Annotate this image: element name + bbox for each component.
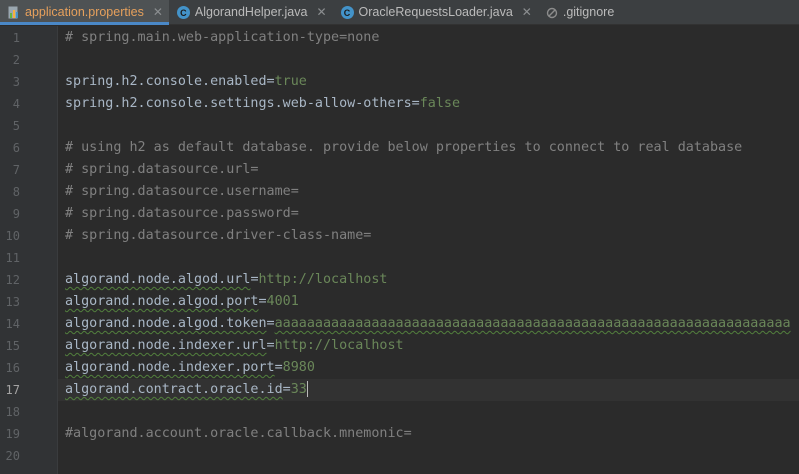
editor-tab-bar: application.properties ✕ C AlgorandHelpe… (0, 0, 799, 25)
line-number: 16 (5, 361, 20, 375)
line-number: 10 (5, 229, 20, 243)
equals-sign: = (266, 74, 275, 89)
line-number: 1 (12, 31, 20, 45)
code-line[interactable]: # spring.datasource.username= (65, 181, 299, 203)
property-key: algorand.contract.oracle.id (65, 382, 283, 397)
tab-label: AlgorandHelper.java (194, 5, 308, 19)
code-line[interactable]: # spring.datasource.url= (65, 159, 258, 181)
line-number: 13 (5, 295, 20, 309)
property-value: 33 (290, 382, 307, 397)
property-value: true (274, 74, 307, 89)
line-number: 3 (12, 75, 20, 89)
property-key: spring.h2.console.enabled (65, 74, 267, 89)
property-value: http://localhost (274, 338, 404, 353)
text-caret (306, 381, 308, 397)
code-line[interactable]: # using h2 as default database. provide … (65, 137, 742, 159)
property-value: http://localhost (258, 272, 388, 287)
line-number: 15 (5, 339, 20, 353)
java-class-icon: C (340, 6, 354, 19)
code-line[interactable]: #algorand.account.oracle.callback.mnemon… (65, 423, 412, 445)
line-number: 4 (12, 97, 20, 111)
code-editor[interactable]: 1 # spring.main.web-application-type=none… (0, 26, 799, 474)
line-number: 6 (12, 141, 20, 155)
property-value: 8980 (282, 360, 315, 375)
code-line[interactable]: # spring.datasource.driver-class-name= (65, 225, 371, 247)
code-line[interactable]: algorand.node.algod.url=http://localhost (65, 269, 388, 291)
tab-label: .gitignore (562, 5, 615, 19)
line-number: 17 (5, 383, 20, 397)
property-key: spring.h2.console.settings.web-allow-oth… (65, 96, 412, 111)
line-number: 9 (12, 207, 20, 221)
code-line[interactable]: # spring.datasource.password= (65, 203, 299, 225)
equals-sign: = (250, 272, 259, 287)
code-line[interactable]: algorand.node.indexer.port=8980 (65, 357, 315, 379)
property-key: algorand.node.algod.token (65, 316, 267, 331)
close-icon[interactable]: ✕ (153, 0, 163, 25)
line-number: 12 (5, 273, 20, 287)
comment-text: # spring.main.web-application-type=none (65, 30, 380, 45)
equals-sign: = (266, 338, 275, 353)
code-line[interactable]: spring.h2.console.enabled=true (65, 71, 307, 93)
line-number: 7 (12, 163, 20, 177)
comment-text: # spring.datasource.username= (65, 184, 299, 199)
property-key: algorand.node.algod.url (65, 272, 251, 287)
property-value: aaaaaaaaaaaaaaaaaaaaaaaaaaaaaaaaaaaaaaaa… (274, 316, 791, 331)
line-number: 2 (12, 53, 20, 67)
equals-sign: = (411, 96, 420, 111)
equals-sign: = (266, 316, 275, 331)
close-icon[interactable]: ✕ (522, 0, 532, 25)
property-value: false (419, 96, 461, 111)
code-line[interactable]: spring.h2.console.settings.web-allow-oth… (65, 93, 460, 115)
comment-text: # spring.datasource.url= (65, 162, 259, 177)
code-line[interactable]: algorand.node.indexer.url=http://localho… (65, 335, 404, 357)
properties-file-icon (8, 6, 18, 19)
code-line[interactable]: algorand.node.algod.token=aaaaaaaaaaaaaa… (65, 313, 791, 335)
code-line[interactable]: algorand.node.algod.port=4001 (65, 291, 299, 313)
code-line[interactable]: # spring.main.web-application-type=none (65, 27, 379, 49)
comment-text: # using h2 as default database. provide … (65, 140, 743, 155)
comment-text: # spring.datasource.password= (65, 206, 299, 221)
java-class-icon: C (176, 6, 190, 19)
tab-gitignore[interactable]: .gitignore (538, 0, 620, 25)
comment-text: #algorand.account.oracle.callback.mnemon… (65, 426, 412, 441)
close-icon[interactable]: ✕ (316, 0, 326, 25)
tab-label: OracleRequestsLoader.java (358, 5, 513, 19)
tab-oracle-requests-loader[interactable]: C OracleRequestsLoader.java ✕ (333, 0, 538, 25)
code-line[interactable]: algorand.contract.oracle.id=33 (65, 379, 308, 401)
tab-algorand-helper[interactable]: C AlgorandHelper.java ✕ (169, 0, 333, 25)
property-key: algorand.node.indexer.url (65, 338, 267, 353)
line-number: 19 (5, 427, 20, 441)
equals-sign: = (258, 294, 267, 309)
line-number: 18 (5, 405, 20, 419)
tab-application-properties[interactable]: application.properties ✕ (0, 0, 169, 25)
gitignore-file-icon (546, 7, 558, 18)
line-number: 11 (5, 251, 20, 265)
gutter-divider (57, 26, 58, 474)
property-key: algorand.node.algod.port (65, 294, 259, 309)
comment-text: # spring.datasource.driver-class-name= (65, 228, 372, 243)
line-number: 20 (5, 449, 20, 463)
property-value: 4001 (266, 294, 299, 309)
line-number: 14 (5, 317, 20, 331)
equals-sign: = (274, 360, 283, 375)
line-number: 5 (12, 119, 20, 133)
property-key: algorand.node.indexer.port (65, 360, 275, 375)
line-number: 8 (12, 185, 20, 199)
equals-sign: = (282, 382, 291, 397)
tab-label: application.properties (25, 5, 144, 19)
